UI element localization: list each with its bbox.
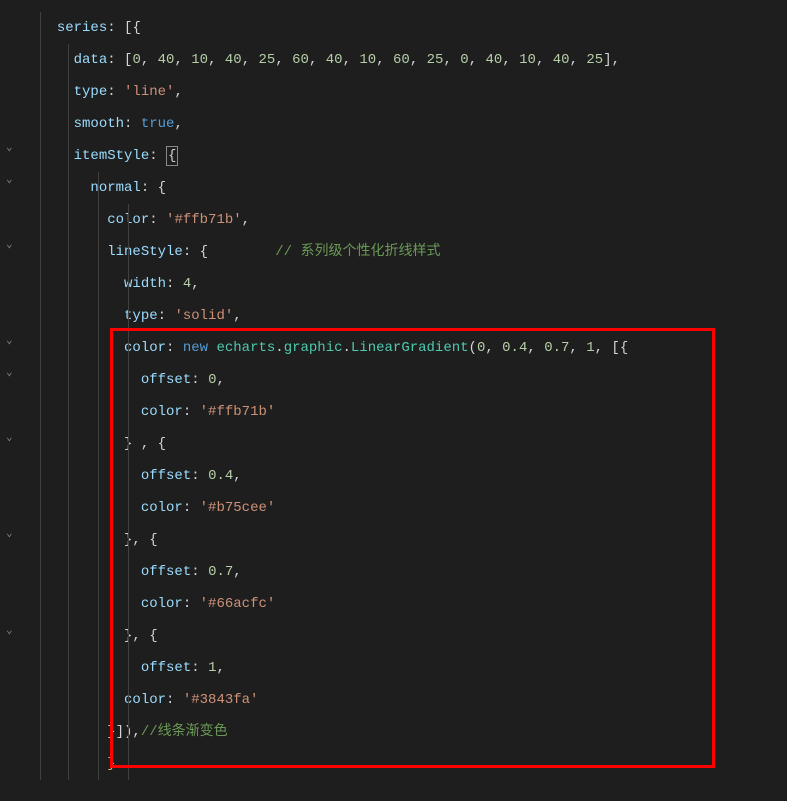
code-editor[interactable]: series: [{ data: [0, 40, 10, 40, 25, 60,… [28, 0, 787, 780]
prop-itemstyle: itemStyle [74, 148, 150, 164]
prop-offset: offset [141, 468, 191, 484]
code-line[interactable]: color: '#ffb71b' [28, 396, 787, 428]
prop-offset: offset [141, 660, 191, 676]
prop-color: color [124, 340, 166, 356]
fold-chevron-icon[interactable]: ⌄ [6, 333, 13, 347]
prop-color: color [141, 596, 183, 612]
fold-chevron-icon[interactable]: ⌄ [6, 526, 13, 540]
code-line[interactable]: width: 4, [28, 268, 787, 300]
prop-linestyle: lineStyle [107, 244, 183, 260]
code-line[interactable]: type: 'line', [28, 76, 787, 108]
code-line[interactable]: }, { [28, 524, 787, 556]
prop-series: series [57, 20, 107, 36]
prop-smooth: smooth [74, 116, 124, 132]
code-line[interactable]: type: 'solid', [28, 300, 787, 332]
prop-color: color [141, 500, 183, 516]
prop-color: color [141, 404, 183, 420]
code-line[interactable]: } , { [28, 428, 787, 460]
code-line[interactable]: itemStyle: { [28, 140, 787, 172]
code-line[interactable]: } [28, 748, 787, 780]
comment: // 系列级个性化折线样式 [275, 244, 440, 260]
code-line[interactable]: color: '#b75cee' [28, 492, 787, 524]
code-line[interactable]: offset: 1, [28, 652, 787, 684]
code-line[interactable]: color: '#66acfc' [28, 588, 787, 620]
prop-offset: offset [141, 372, 191, 388]
code-line[interactable]: }, { [28, 620, 787, 652]
code-line[interactable]: offset: 0, [28, 364, 787, 396]
prop-width: width [124, 276, 166, 292]
prop-type: type [124, 308, 158, 324]
code-line[interactable]: smooth: true, [28, 108, 787, 140]
code-line[interactable]: color: '#3843fa' [28, 684, 787, 716]
fold-chevron-icon[interactable]: ⌄ [6, 172, 13, 186]
fold-gutter: ⌄ ⌄ ⌄ ⌄ ⌄ ⌄ ⌄ ⌄ [0, 0, 28, 801]
code-line[interactable]: normal: { [28, 172, 787, 204]
code-line[interactable]: color: new echarts.graphic.LinearGradien… [28, 332, 787, 364]
code-line[interactable]: lineStyle: { // 系列级个性化折线样式 [28, 236, 787, 268]
comment: //线条渐变色 [141, 724, 228, 740]
code-line[interactable]: color: '#ffb71b', [28, 204, 787, 236]
fold-chevron-icon[interactable]: ⌄ [6, 237, 13, 251]
fold-chevron-icon[interactable]: ⌄ [6, 365, 13, 379]
code-line[interactable]: }]),//线条渐变色 [28, 716, 787, 748]
fold-chevron-icon[interactable]: ⌄ [6, 140, 13, 154]
prop-type: type [74, 84, 108, 100]
code-line[interactable]: offset: 0.7, [28, 556, 787, 588]
code-line[interactable]: offset: 0.4, [28, 460, 787, 492]
code-line[interactable]: data: [0, 40, 10, 40, 25, 60, 40, 10, 60… [28, 44, 787, 76]
prop-color: color [124, 692, 166, 708]
fold-chevron-icon[interactable]: ⌄ [6, 430, 13, 444]
code-line[interactable]: series: [{ [28, 12, 787, 44]
fold-chevron-icon[interactable]: ⌄ [6, 623, 13, 637]
prop-data: data [74, 52, 108, 68]
prop-offset: offset [141, 564, 191, 580]
